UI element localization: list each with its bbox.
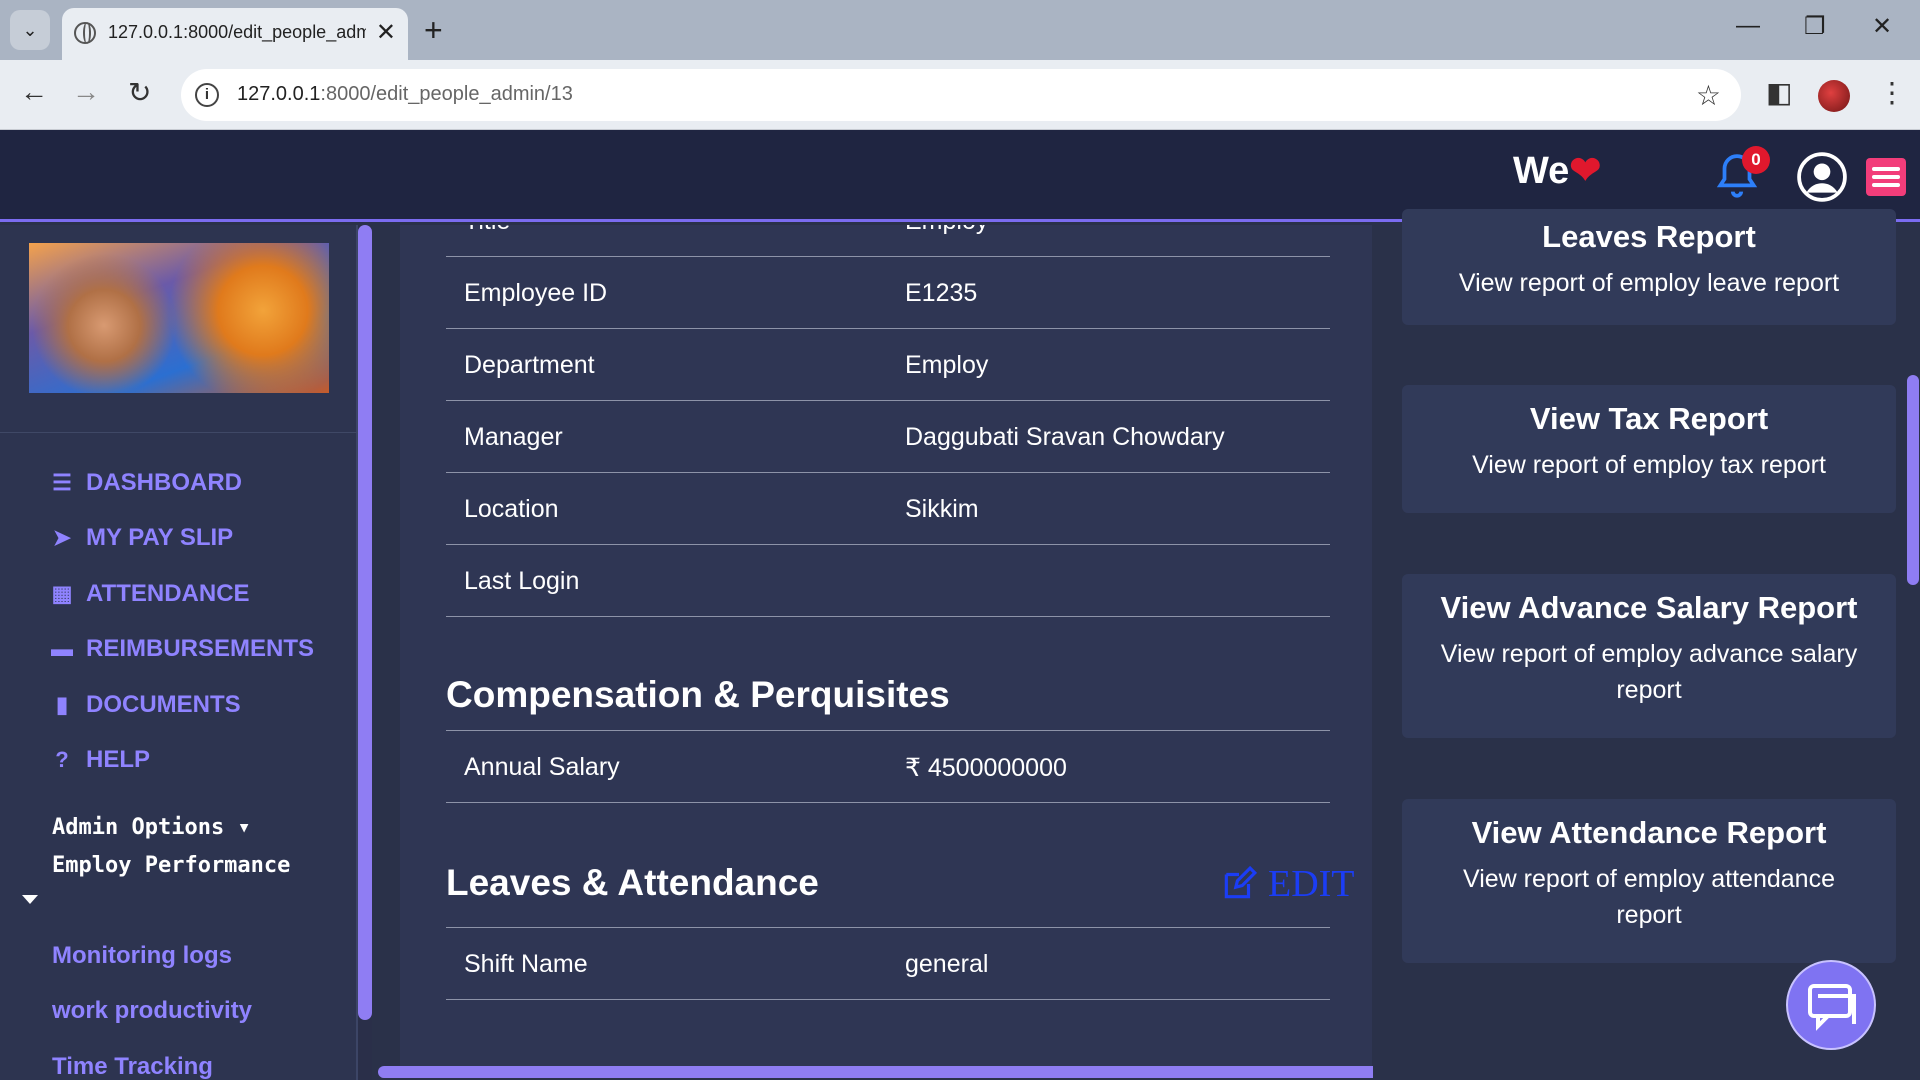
detail-row-manager: Manager Daggubati Sravan Chowdary <box>446 401 1330 473</box>
address-url[interactable]: 127.0.0.1:8000/edit_people_admin/13 <box>237 83 573 106</box>
sidebar-link-monitoring-logs[interactable]: Monitoring logs <box>52 942 232 970</box>
admin-options-toggle[interactable]: Admin Options ▾ <box>52 815 251 840</box>
detail-row-department: Department Employ <box>446 329 1330 401</box>
sidebar: ☰ DASHBOARD ➤ MY PAY SLIP ▦ ATTENDANCE ▬… <box>0 225 358 1080</box>
notification-badge: 0 <box>1742 146 1770 174</box>
heart-icon: ❤ <box>1569 150 1602 192</box>
browser-tab-strip: ⌄ 127.0.0.1:8000/edit_people_admin/13 ✕ … <box>0 0 1920 60</box>
detail-row-shift-name: Shift Name general <box>446 928 1330 1000</box>
brand-logo[interactable]: We❤ <box>1513 148 1601 193</box>
list-icon: ☰ <box>52 470 72 495</box>
tab-search-button[interactable]: ⌄ <box>10 10 50 50</box>
bookmark-star-icon[interactable]: ☆ <box>1696 79 1721 112</box>
detail-row-last-login: Last Login <box>446 545 1330 617</box>
reload-icon[interactable]: ↻ <box>128 76 151 109</box>
window-close-icon[interactable]: ✕ <box>1872 12 1892 41</box>
new-tab-button[interactable]: + <box>424 12 443 49</box>
detail-row-annual-salary: Annual Salary ₹ 4500000000 <box>446 731 1330 803</box>
edit-icon <box>1224 865 1258 899</box>
minimize-icon[interactable]: — <box>1736 12 1760 40</box>
sidebar-link-time-tracking[interactable]: Time Tracking <box>52 1053 213 1080</box>
credit-card-icon: ▬ <box>51 636 73 661</box>
edit-leaves-button[interactable]: EDIT <box>1218 862 1355 906</box>
browser-tab[interactable]: 127.0.0.1:8000/edit_people_admin/13 ✕ <box>62 8 408 60</box>
detail-row-location: Location Sikkim <box>446 473 1330 545</box>
caret-down-icon[interactable] <box>22 895 38 904</box>
tab-title: 127.0.0.1:8000/edit_people_admin/13 <box>108 22 366 42</box>
sidebar-item-attendance[interactable]: ▦ ATTENDANCE <box>50 580 250 608</box>
sidebar-item-reimbursements[interactable]: ▬ REIMBURSEMENTS <box>50 635 314 663</box>
user-account-icon[interactable] <box>1797 152 1847 202</box>
tab-close-icon[interactable]: ✕ <box>376 18 396 47</box>
detail-row-title: Title Employ <box>446 225 1330 257</box>
site-info-icon[interactable]: i <box>195 83 219 107</box>
sidebar-divider <box>0 432 358 433</box>
report-card-leaves[interactable]: Leaves Report View report of employ leav… <box>1402 209 1896 325</box>
compensation-section-title: Compensation & Perquisites <box>446 674 950 715</box>
sidebar-item-dashboard[interactable]: ☰ DASHBOARD <box>50 469 242 497</box>
browser-menu-icon[interactable]: ⋮ <box>1878 76 1906 109</box>
restore-icon[interactable]: ❐ <box>1804 12 1826 41</box>
sidebar-link-work-productivity[interactable]: work productivity <box>52 997 252 1025</box>
browser-toolbar: ← → ↻ i 127.0.0.1:8000/edit_people_admin… <box>0 60 1920 130</box>
sidebar-item-help[interactable]: ? HELP <box>50 746 150 774</box>
sidebar-item-my-pay-slip[interactable]: ➤ MY PAY SLIP <box>50 524 233 552</box>
file-icon: ▮ <box>55 692 69 717</box>
employee-details-panel: Title Employ Employee ID E1235 Departmen… <box>400 225 1372 1068</box>
calendar-icon: ▦ <box>51 581 73 606</box>
globe-icon <box>74 22 96 44</box>
hamburger-menu-button[interactable] <box>1866 158 1906 196</box>
leaves-section-title: Leaves & Attendance <box>446 862 819 903</box>
report-card-advance-salary[interactable]: View Advance Salary Report View report o… <box>1402 574 1896 738</box>
page-scrollbar[interactable] <box>1906 225 1920 1080</box>
detail-row-employee-id: Employee ID E1235 <box>446 257 1330 329</box>
report-card-tax[interactable]: View Tax Report View report of employ ta… <box>1402 385 1896 513</box>
employee-details-area: Title Employ Employee ID E1235 Departmen… <box>372 225 1372 1068</box>
forward-icon[interactable]: → <box>72 76 100 108</box>
paper-plane-icon: ➤ <box>52 525 72 550</box>
caret-down-icon: ▾ <box>237 815 251 840</box>
employ-performance-toggle[interactable]: Employ Performance <box>52 853 290 878</box>
help-icon: ? <box>55 747 69 772</box>
company-logo-image <box>29 243 329 393</box>
chat-icon <box>1808 984 1856 1031</box>
side-panel-icon[interactable]: ◧ <box>1766 76 1792 109</box>
chat-button[interactable] <box>1786 960 1876 1050</box>
reports-column: Leaves Report View report of employ leav… <box>1373 209 1905 1080</box>
back-icon[interactable]: ← <box>20 76 48 108</box>
sidebar-scrollbar[interactable] <box>358 225 372 1080</box>
address-bar[interactable]: i 127.0.0.1:8000/edit_people_admin/13 ☆ <box>181 69 1741 121</box>
report-card-attendance[interactable]: View Attendance Report View report of em… <box>1402 799 1896 963</box>
sidebar-item-documents[interactable]: ▮ DOCUMENTS <box>50 691 241 719</box>
profile-extension-icon[interactable] <box>1818 80 1850 112</box>
